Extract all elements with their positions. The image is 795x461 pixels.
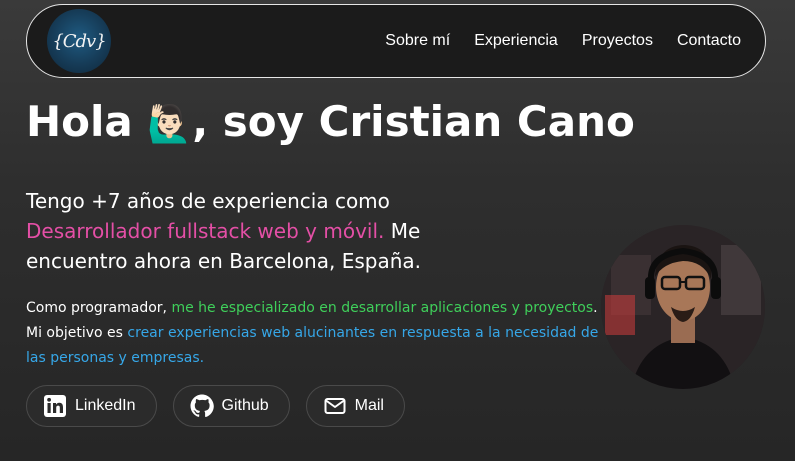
profile-photo-illustration — [601, 225, 765, 389]
description-text: Como programador, me he especializado en… — [26, 296, 606, 371]
mail-icon — [323, 394, 347, 418]
mail-label: Mail — [354, 397, 384, 414]
desc-green: me he especializado en desarrollar aplic… — [171, 300, 594, 316]
logo[interactable]: {Cdv} — [47, 9, 111, 73]
wave-emoji: 🙋🏻‍♂️ — [147, 104, 193, 145]
nav-links: Sobre mí Experiencia Proyectos Contacto — [385, 32, 741, 50]
logo-text: {Cdv} — [52, 30, 106, 52]
intro-highlight: Desarrollador fullstack web y móvil. — [26, 219, 385, 243]
hero-title-greeting: Hola — [26, 97, 148, 146]
nav-link-contacto[interactable]: Contacto — [677, 32, 741, 50]
desc-part-1: Como programador, — [26, 300, 172, 316]
nav-link-experiencia[interactable]: Experiencia — [474, 32, 558, 50]
nav-link-proyectos[interactable]: Proyectos — [582, 32, 653, 50]
linkedin-label: LinkedIn — [75, 397, 136, 414]
github-label: Github — [221, 397, 269, 414]
hero-title-name: , soy Cristian Cano — [192, 97, 635, 146]
social-buttons: LinkedIn Github Mail — [26, 385, 405, 427]
github-icon — [190, 394, 214, 418]
profile-photo — [601, 225, 765, 389]
github-button[interactable]: Github — [172, 385, 290, 427]
intro-part-1: Tengo +7 años de experiencia como — [26, 189, 390, 213]
intro-text: Tengo +7 años de experiencia como Desarr… — [26, 186, 506, 276]
navbar: {Cdv} Sobre mí Experiencia Proyectos Con… — [26, 4, 766, 78]
mail-button[interactable]: Mail — [305, 385, 405, 427]
nav-link-sobre-mi[interactable]: Sobre mí — [385, 32, 450, 50]
hero-title: Hola 🙋🏻‍♂️, soy Cristian Cano — [26, 94, 635, 153]
linkedin-icon — [43, 394, 67, 418]
linkedin-button[interactable]: LinkedIn — [26, 385, 157, 427]
